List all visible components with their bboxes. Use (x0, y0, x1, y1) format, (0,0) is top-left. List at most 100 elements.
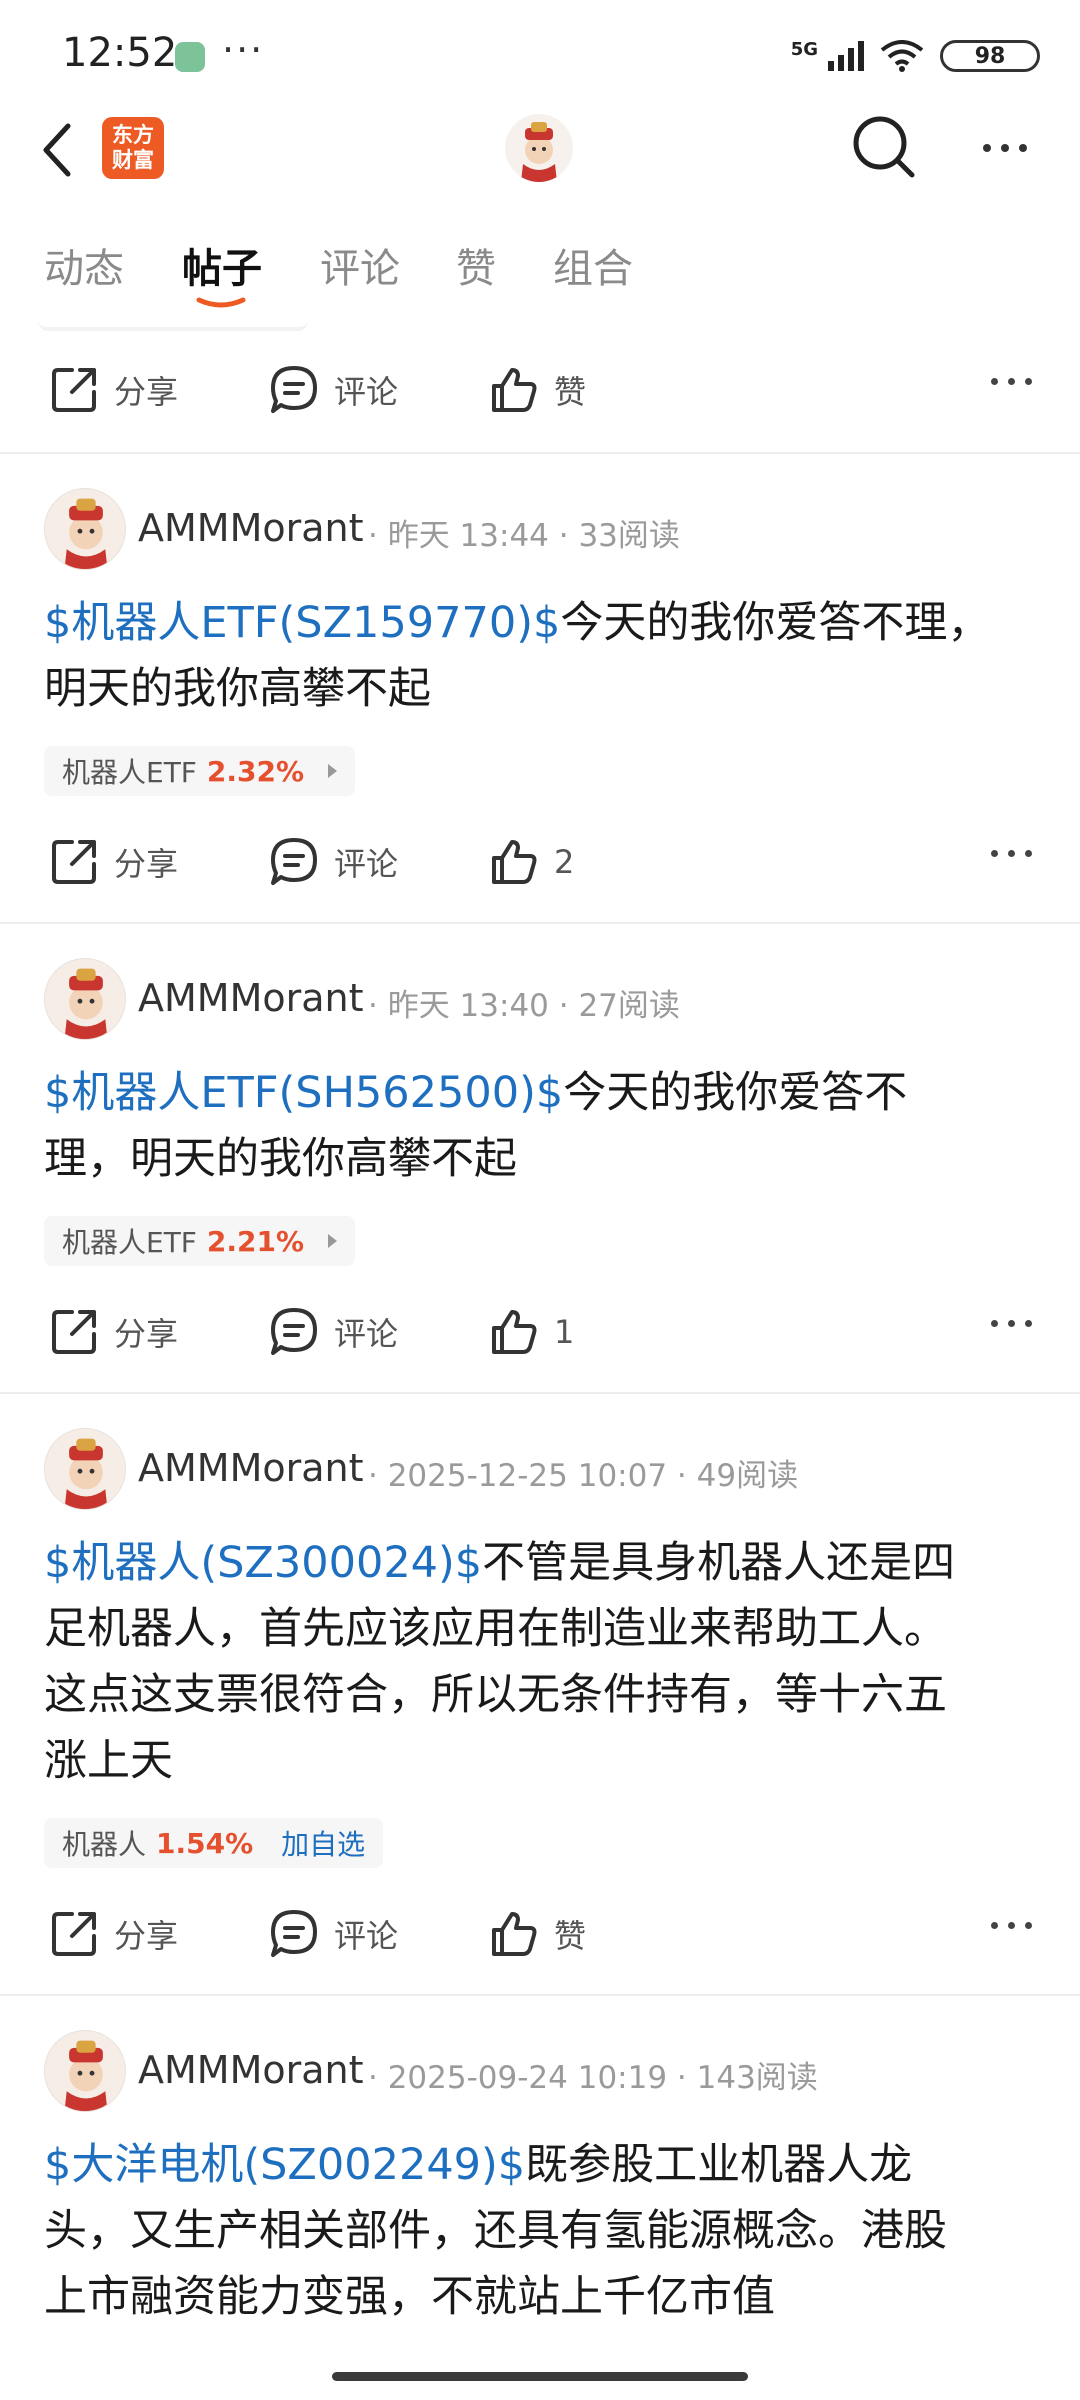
stock-link[interactable]: $机器人ETF(SZ159770)$ (44, 598, 560, 648)
post-text-line: 上市融资能力变强，不就站上千亿市值 (44, 2272, 775, 2322)
like-count: 2 (554, 843, 575, 881)
share-icon (52, 840, 96, 884)
stock-tag-name: 机器人ETF (62, 1226, 197, 1259)
comment-icon (271, 366, 317, 413)
tab-portfolio[interactable]: 组合 (553, 236, 633, 294)
like-button[interactable]: 赞 (488, 340, 586, 440)
stock-tag-name: 机器人 (62, 1828, 147, 1861)
share-label: 分享 (114, 373, 179, 411)
comment-icon (271, 1910, 317, 1957)
post-meta: · 2025-12-25 10:07 · 49阅读 (368, 1458, 799, 1494)
share-button[interactable]: 分享 (48, 340, 178, 440)
comment-button[interactable]: 评论 (268, 1884, 398, 1984)
post-text-line: 不管是具身机器人还是四 (482, 1538, 956, 1588)
like-button[interactable]: 2 (488, 812, 574, 912)
arrow-right-icon (328, 764, 338, 778)
post-content[interactable]: $机器人ETF(SH562500)$今天的我你爱答不 理，明天的我你高攀不起 (44, 1060, 1044, 1192)
more-dot-icon (1025, 1922, 1032, 1929)
post-more-button[interactable] (991, 850, 1032, 857)
author-avatar[interactable] (44, 488, 126, 570)
thumbs-up-icon (492, 1310, 537, 1354)
post-meta: · 昨天 13:40 · 27阅读 (368, 988, 680, 1024)
author-avatar[interactable] (44, 2030, 126, 2112)
author-name[interactable]: AMMMorant (138, 506, 364, 550)
author-name[interactable]: AMMMorant (138, 1446, 364, 1490)
status-right-group: 5G 98 (791, 36, 1040, 76)
post-actions: 分享 评论 1 (0, 1282, 1080, 1382)
fortune-god-avatar-icon (64, 1438, 108, 1509)
brand-logo-line2: 财富 (112, 148, 154, 172)
brand-logo[interactable]: 东方 财富 (102, 117, 164, 179)
profile-tabs: 动态 帖子 评论 赞 组合 (0, 230, 1080, 315)
post-more-button[interactable] (991, 1922, 1032, 1929)
divider (0, 1994, 1080, 1996)
author-avatar[interactable] (44, 958, 126, 1040)
divider (0, 922, 1080, 924)
status-time: 12:52 (62, 30, 178, 76)
tab-comments[interactable]: 评论 (320, 236, 400, 294)
like-label: 赞 (554, 1917, 587, 1955)
author-avatar[interactable] (44, 1428, 126, 1510)
more-dot-icon (1001, 144, 1009, 152)
post-actions: 分享 评论 赞 (0, 1884, 1080, 1984)
post-text-line: 今天的我你爱答不理， (560, 598, 991, 648)
more-dot-icon (991, 850, 998, 857)
comment-label: 评论 (334, 845, 399, 883)
like-button[interactable]: 赞 (488, 1884, 586, 1984)
share-button[interactable]: 分享 (48, 1282, 178, 1382)
stock-link[interactable]: $机器人(SZ300024)$ (44, 1538, 482, 1588)
post-more-button[interactable] (991, 378, 1032, 385)
like-button[interactable]: 1 (488, 1282, 574, 1382)
post-content[interactable]: $大洋电机(SZ002249)$既参股工业机器人龙 头，又生产相关部件，还具有氢… (44, 2132, 1044, 2330)
post-text-line: 这点这支票很符合，所以无条件持有，等十六五 (44, 1670, 947, 1720)
author-name[interactable]: AMMMorant (138, 2048, 364, 2092)
search-icon (853, 116, 915, 178)
stock-tag[interactable]: 机器人ETF 2.21% (44, 1216, 356, 1266)
comment-button[interactable]: 评论 (268, 340, 398, 440)
stock-tag[interactable]: 机器人 1.54% 加自选 (44, 1818, 384, 1868)
more-menu-button[interactable] (970, 125, 1040, 171)
stock-link[interactable]: $机器人ETF(SH562500)$ (44, 1068, 563, 1118)
more-dot-icon (1008, 850, 1015, 857)
stock-tag-change: 2.21% (206, 1224, 305, 1258)
share-label: 分享 (114, 1917, 179, 1955)
post-header: AMMMorant · 昨天 13:44 · 33阅读 (0, 488, 1080, 578)
post-text-line: 涨上天 (44, 1736, 173, 1786)
arrow-right-icon (328, 1234, 338, 1248)
post-text-line: 既参股工业机器人龙 (525, 2140, 913, 2190)
post-more-button[interactable] (991, 1320, 1032, 1327)
post-header: AMMMorant · 2025-09-24 10:19 · 143阅读 (0, 2030, 1080, 2120)
like-label: 赞 (554, 373, 587, 411)
stock-tag[interactable]: 机器人ETF 2.32% (44, 746, 356, 796)
search-button[interactable] (850, 113, 920, 183)
add-watchlist-button[interactable]: 加自选 (281, 1823, 365, 1863)
comment-button[interactable]: 评论 (268, 812, 398, 912)
share-button[interactable]: 分享 (48, 1884, 178, 1984)
share-button[interactable]: 分享 (48, 812, 178, 912)
post-actions: 分享 评论 赞 (0, 340, 1080, 440)
fortune-god-avatar-icon (521, 122, 557, 182)
comment-button[interactable]: 评论 (268, 1282, 398, 1382)
fortune-god-avatar-icon (64, 968, 108, 1039)
share-icon (52, 368, 96, 412)
fortune-god-avatar-icon (64, 498, 108, 569)
back-button[interactable] (38, 110, 88, 190)
network-type: 5G (790, 38, 818, 60)
post-content[interactable]: $机器人(SZ300024)$不管是具身机器人还是四 足机器人，首先应该应用在制… (44, 1530, 1044, 1794)
tab-likes[interactable]: 赞 (456, 236, 496, 294)
thumbs-up-icon (492, 368, 537, 412)
post-content[interactable]: $机器人ETF(SZ159770)$今天的我你爱答不理， 明天的我你高攀不起 (44, 590, 1044, 722)
stock-link[interactable]: $大洋电机(SZ002249)$ (44, 2140, 525, 2190)
post-text-line: 头，又生产相关部件，还具有氢能源概念。港股 (44, 2206, 947, 2256)
share-icon (52, 1912, 96, 1956)
post-meta: · 昨天 13:44 · 33阅读 (368, 518, 680, 554)
stock-tag-change: 1.54% (156, 1826, 254, 1860)
more-dot-icon (1019, 144, 1027, 152)
more-dot-icon (1008, 378, 1015, 385)
home-indicator[interactable] (332, 2372, 748, 2381)
tab-dynamic[interactable]: 动态 (44, 236, 124, 294)
post-actions: 分享 评论 2 (0, 812, 1080, 912)
author-name[interactable]: AMMMorant (138, 976, 364, 1020)
user-avatar[interactable] (505, 114, 573, 182)
tab-posts[interactable]: 帖子 (182, 236, 262, 294)
